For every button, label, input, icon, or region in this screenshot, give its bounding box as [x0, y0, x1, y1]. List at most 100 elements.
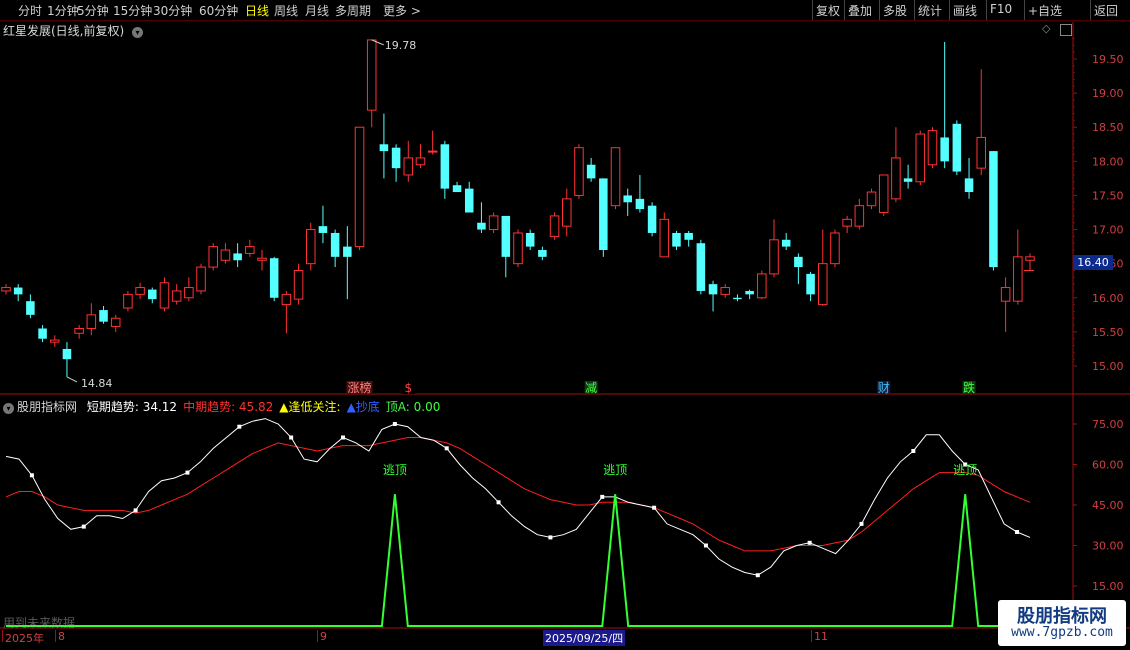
price-tick-label: 19.00: [1092, 87, 1124, 100]
event-tag: 减: [585, 381, 597, 395]
watermark-url: www.7gpzb.com: [1011, 625, 1113, 640]
price-tick-label: 19.50: [1092, 53, 1124, 66]
mid-trend-line: [5, 437, 1031, 552]
candle-body: [184, 287, 194, 299]
candle-body: [245, 246, 255, 254]
short-trend-dot: [600, 494, 605, 499]
candle-body: [964, 178, 974, 193]
high-price-marker: 19.78: [385, 39, 417, 52]
candle-body: [842, 218, 852, 227]
candle-body: [26, 301, 35, 315]
candle-body: [830, 232, 840, 265]
candle-body: [549, 215, 560, 237]
candle-body: [343, 246, 352, 257]
legend-item-3: ▲抄底: [346, 400, 380, 414]
candle-body: [769, 239, 779, 275]
top-signal-label: 逃顶: [603, 463, 627, 477]
candle-body: [159, 282, 170, 309]
short-trend-dot: [755, 573, 760, 578]
candle-body: [586, 164, 596, 179]
candle-body: [281, 293, 292, 306]
candle-body: [794, 256, 803, 268]
candle-body: [38, 328, 47, 339]
current-price-label: 16.40: [1073, 255, 1113, 270]
candle-body: [233, 253, 242, 261]
candle-body: [354, 126, 365, 248]
date-label-1: 8: [58, 630, 65, 643]
short-trend-dot: [392, 422, 397, 426]
candle-body: [574, 147, 584, 196]
candle-body: [293, 269, 304, 300]
date-label-3: 2025/09/25/四: [543, 630, 626, 646]
candle-body: [391, 147, 401, 169]
date-tick: [55, 630, 56, 642]
price-tick-label: 15.00: [1092, 360, 1124, 373]
short-trend-dot: [133, 508, 138, 513]
candle-body: [878, 174, 889, 214]
short-trend-dot: [911, 449, 916, 453]
short-trend-dot: [652, 505, 657, 510]
price-tick-label: 17.50: [1092, 189, 1124, 202]
event-tag: $: [404, 381, 412, 395]
candle-body: [257, 257, 267, 261]
candle-body: [13, 287, 23, 295]
candle-body: [123, 293, 133, 309]
candle-body: [561, 198, 572, 227]
candle-body: [684, 232, 693, 240]
candle-body: [989, 151, 998, 268]
indicator-tick-label: 30.00: [1092, 540, 1124, 553]
short-trend-dot: [859, 521, 864, 526]
candle-body: [940, 137, 949, 162]
short-trend-dot: [496, 500, 501, 505]
candle-body: [866, 191, 877, 207]
indicator-tick-label: 75.00: [1092, 418, 1124, 431]
candle-body: [318, 226, 328, 233]
candle-body: [440, 144, 450, 189]
candle-body: [1025, 256, 1035, 261]
candle-body: [599, 178, 608, 251]
candle-body: [452, 185, 462, 193]
legend-item-0: 短期趋势: 34.12: [86, 400, 178, 414]
candle-body: [854, 205, 865, 227]
candle-body: [525, 232, 535, 247]
date-tick: [2, 630, 3, 642]
candle-body: [49, 339, 60, 343]
low-marker-arrow: [66, 376, 78, 383]
candle-body: [415, 157, 426, 166]
candle-body: [220, 249, 231, 261]
candle-body: [208, 246, 219, 268]
candle-body: [623, 195, 632, 203]
candle-body: [538, 250, 547, 257]
candle-body: [610, 147, 621, 207]
future-data-note: 用到未来数据: [3, 616, 76, 630]
candle-body: [477, 222, 486, 230]
indicator-name[interactable]: 股朋指标网: [17, 400, 77, 414]
candle-body: [403, 157, 414, 176]
candle-body: [99, 310, 108, 322]
candle-body: [806, 273, 815, 295]
indicator-panel-title: ▾ 股朋指标网 短期趋势: 34.12 中期趋势: 45.82 ▲逢低关注: ▲抄底 顶A…: [3, 398, 440, 415]
top-signal-line: [6, 494, 1030, 627]
candle-body: [305, 229, 316, 265]
candle-body: [635, 198, 645, 210]
date-tick: [811, 630, 812, 642]
chevron-down-icon[interactable]: ▾: [3, 403, 14, 414]
short-trend-dot: [289, 435, 294, 440]
candle-body: [745, 290, 754, 295]
candle-body: [708, 284, 718, 295]
price-tick-label: 18.50: [1092, 121, 1124, 134]
candle-body: [196, 266, 206, 292]
top-signal-label: 逃顶: [953, 463, 977, 477]
candle-body: [366, 39, 377, 111]
short-trend-dot: [807, 540, 812, 545]
candle-body: [915, 133, 926, 183]
candle-body: [696, 243, 706, 291]
price-tick-label: 18.00: [1092, 155, 1124, 168]
candle-body: [74, 327, 84, 334]
legend-item-2: ▲逢低关注:: [279, 400, 341, 414]
candle-body: [1, 287, 11, 292]
candle-body: [135, 287, 145, 295]
event-tag: 跌: [963, 380, 975, 395]
candle-body: [148, 289, 157, 300]
candle-body: [891, 157, 901, 200]
